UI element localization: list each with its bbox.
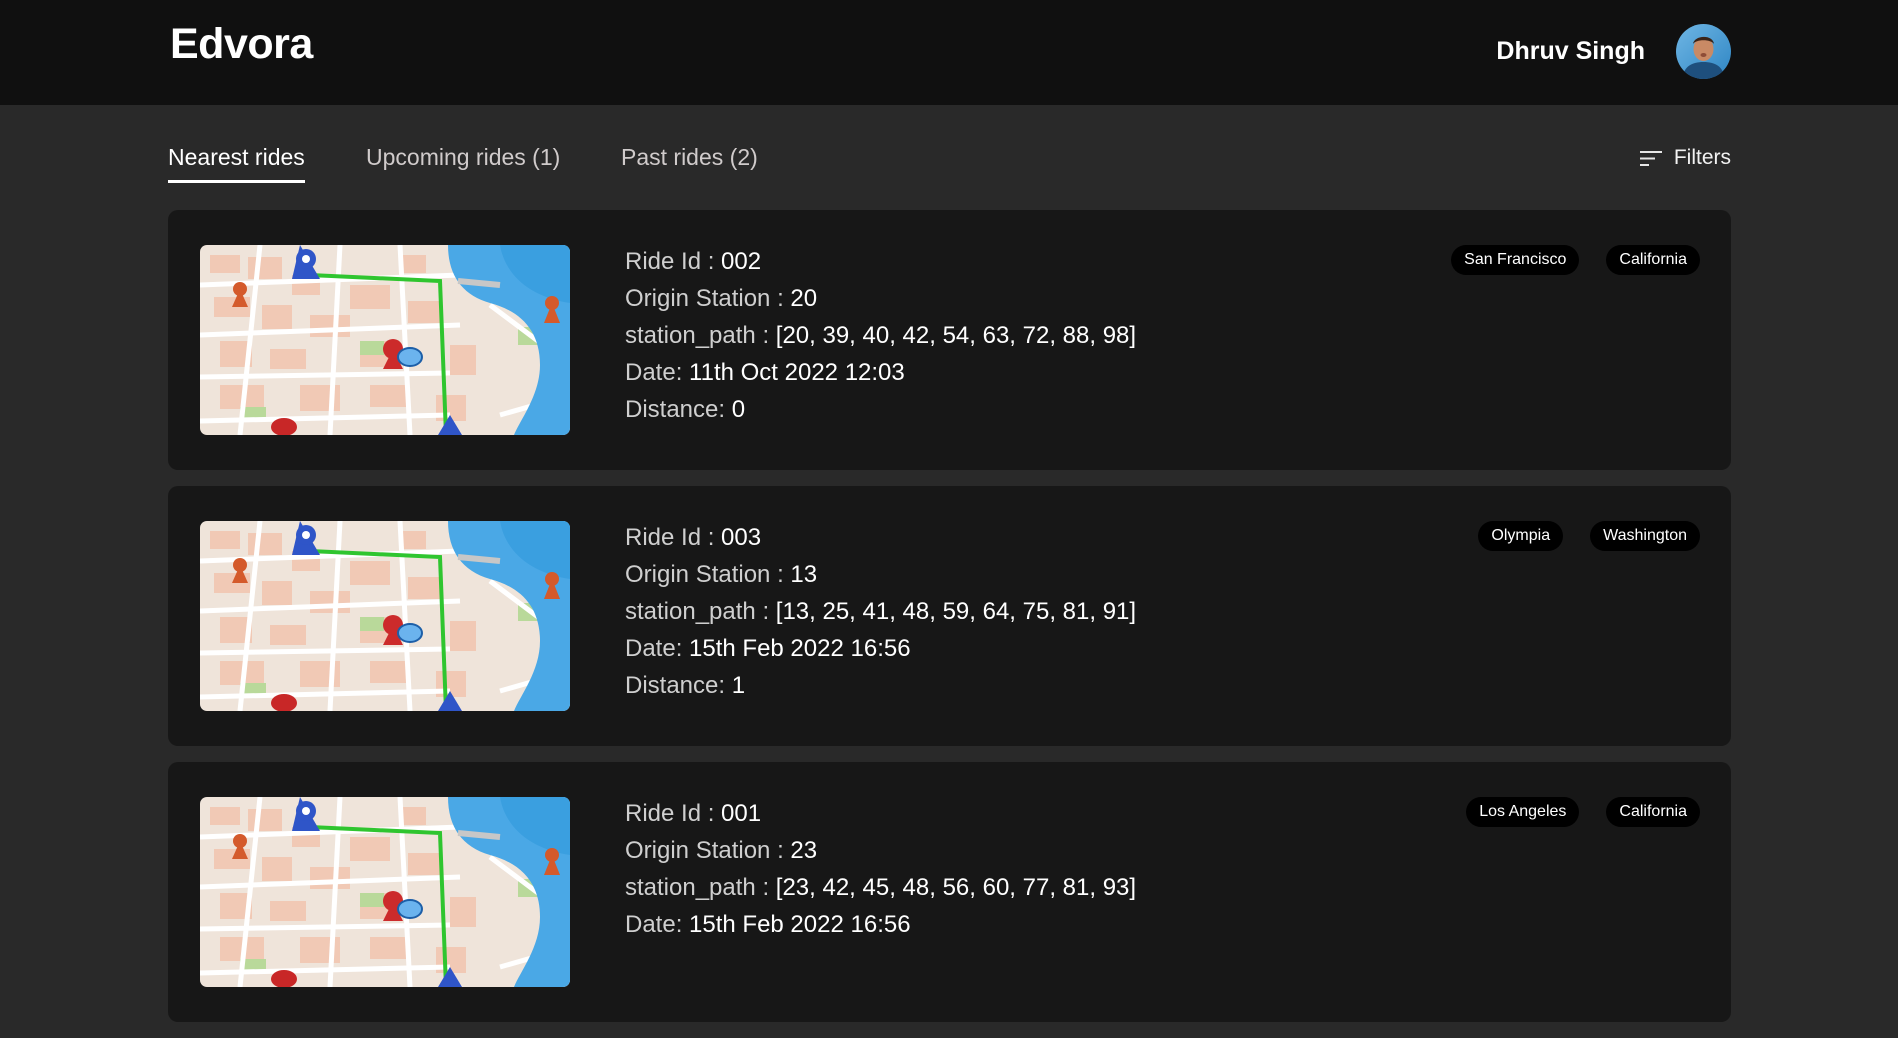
ride-details: Ride Id : 002 Origin Station : 20 statio… [625, 243, 1136, 428]
station-path-label: station_path : [625, 598, 776, 625]
state-badge: Washington [1590, 521, 1700, 551]
user-menu[interactable]: Dhruv Singh [1496, 24, 1731, 79]
date-label: Date: [625, 635, 690, 662]
station-path-label: station_path : [625, 874, 776, 901]
station-path-value: [13, 25, 41, 48, 59, 64, 75, 81, 91] [775, 598, 1137, 625]
ride-date: Date: 11th Oct 2022 12:03 [625, 354, 1136, 391]
ride-map-image [200, 797, 570, 987]
station-path: station_path : [23, 42, 45, 48, 56, 60, … [625, 869, 1136, 906]
ride-list: Ride Id : 002 Origin Station : 20 statio… [168, 210, 1731, 1038]
origin-station-label: Origin Station : [625, 561, 791, 588]
origin-station-value: 20 [790, 285, 818, 312]
distance-value: 1 [731, 672, 746, 699]
station-path-value: [23, 42, 45, 48, 56, 60, 77, 81, 93] [775, 874, 1137, 901]
ride-id: Ride Id : 001 [625, 795, 1136, 832]
date-label: Date: [625, 911, 690, 938]
ride-id: Ride Id : 002 [625, 243, 1136, 280]
ride-id-value: 001 [721, 800, 762, 827]
filters-button[interactable]: Filters [1639, 146, 1731, 170]
ride-date: Date: 15th Feb 2022 16:56 [625, 906, 1136, 943]
ride-id-value: 002 [721, 248, 762, 275]
station-path-value: [20, 39, 40, 42, 54, 63, 72, 88, 98] [775, 322, 1137, 349]
state-badge: California [1606, 245, 1700, 275]
origin-station-label: Origin Station : [625, 285, 791, 312]
ride-card[interactable]: Ride Id : 003 Origin Station : 13 statio… [168, 486, 1731, 746]
origin-station: Origin Station : 13 [625, 556, 1136, 593]
origin-station: Origin Station : 23 [625, 832, 1136, 869]
ride-tabs: Nearest rides Upcoming rides (1) Past ri… [168, 144, 1731, 184]
ride-card[interactable]: Ride Id : 002 Origin Station : 20 statio… [168, 210, 1731, 470]
user-name[interactable]: Dhruv Singh [1496, 37, 1645, 66]
avatar[interactable] [1676, 24, 1731, 79]
ride-id-label: Ride Id : [625, 524, 722, 551]
origin-station-value: 13 [790, 561, 818, 588]
city-badge: San Francisco [1451, 245, 1580, 275]
state-badge: California [1606, 797, 1700, 827]
ride-card[interactable]: Ride Id : 001 Origin Station : 23 statio… [168, 762, 1731, 1022]
date-value: 11th Oct 2022 12:03 [689, 359, 905, 386]
distance-value: 0 [731, 396, 746, 423]
city-badge: Olympia [1478, 521, 1564, 551]
ride-details: Ride Id : 001 Origin Station : 23 statio… [625, 795, 1136, 943]
tab-upcoming-rides[interactable]: Upcoming rides (1) [366, 144, 560, 180]
distance-label: Distance: [625, 396, 732, 423]
ride-distance: Distance: 0 [625, 391, 1136, 428]
ride-id-value: 003 [721, 524, 762, 551]
location-tags: San Francisco California [1451, 245, 1700, 275]
filter-lines-icon [1639, 150, 1662, 166]
ride-id-label: Ride Id : [625, 248, 722, 275]
brand-logo[interactable]: Edvora [170, 20, 313, 69]
date-value: 15th Feb 2022 16:56 [689, 635, 911, 662]
ride-id: Ride Id : 003 [625, 519, 1136, 556]
ride-id-label: Ride Id : [625, 800, 722, 827]
tab-nearest-rides[interactable]: Nearest rides [168, 144, 305, 183]
city-badge: Los Angeles [1466, 797, 1580, 827]
ride-map-image [200, 521, 570, 711]
distance-label: Distance: [625, 672, 732, 699]
ride-map-image [200, 245, 570, 435]
origin-station: Origin Station : 20 [625, 280, 1136, 317]
location-tags: Olympia Washington [1478, 521, 1700, 551]
date-value: 15th Feb 2022 16:56 [689, 911, 911, 938]
ride-date: Date: 15th Feb 2022 16:56 [625, 630, 1136, 667]
station-path: station_path : [13, 25, 41, 48, 59, 64, … [625, 593, 1136, 630]
filters-label: Filters [1673, 146, 1731, 169]
station-path: station_path : [20, 39, 40, 42, 54, 63, … [625, 317, 1136, 354]
top-bar: Edvora Dhruv Singh [0, 0, 1898, 105]
ride-distance: Distance: 1 [625, 667, 1136, 704]
station-path-label: station_path : [625, 322, 776, 349]
origin-station-label: Origin Station : [625, 837, 791, 864]
origin-station-value: 23 [790, 837, 818, 864]
ride-details: Ride Id : 003 Origin Station : 13 statio… [625, 519, 1136, 704]
date-label: Date: [625, 359, 690, 386]
location-tags: Los Angeles California [1466, 797, 1700, 827]
tab-past-rides[interactable]: Past rides (2) [621, 144, 758, 180]
